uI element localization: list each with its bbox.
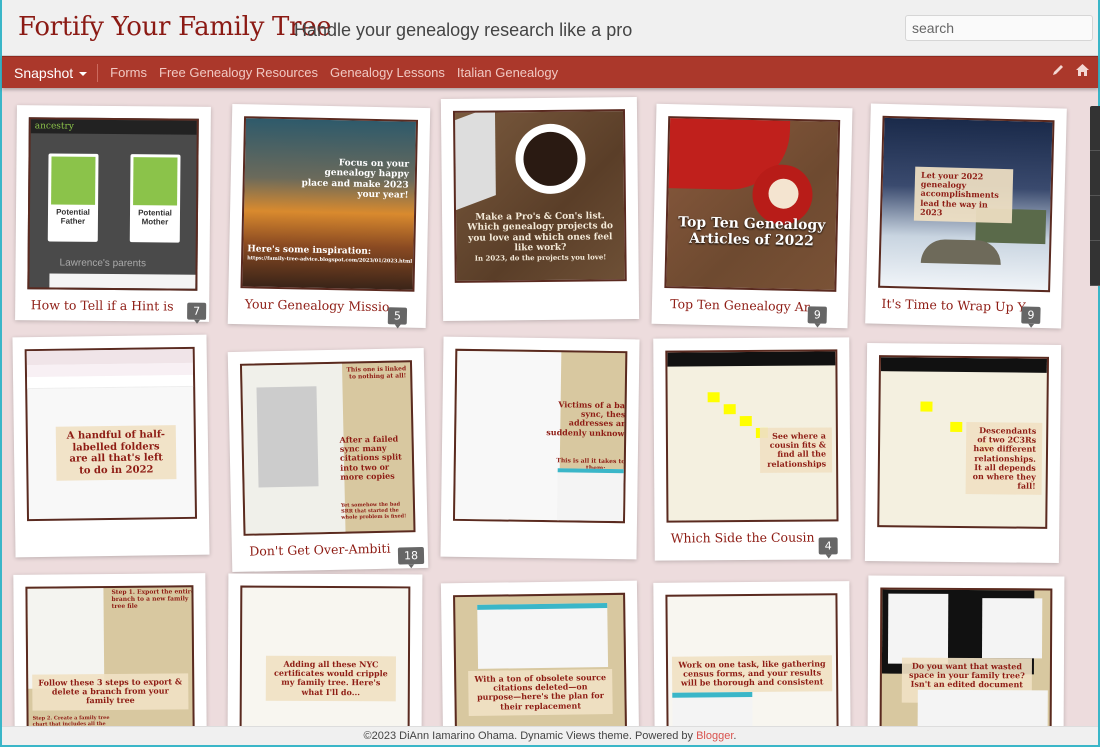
post-thumbnail[interactable]: Make a Pro's & Con's list. Which genealo…: [452, 109, 627, 283]
post-card[interactable]: Victims of a bad sync, these addresses a…: [440, 336, 640, 560]
caret-down-icon: [79, 71, 88, 76]
post-thumbnail[interactable]: See where a cousin fits & find all the r…: [665, 349, 839, 523]
comment-count-badge[interactable]: 18: [397, 547, 425, 565]
post-card[interactable]: Make a Pro's & Con's list. Which genealo…: [440, 96, 640, 322]
post-thumbnail[interactable]: Descendants of two 2C3Rs have different …: [877, 355, 1050, 529]
site-title[interactable]: Fortify Your Family Tree: [18, 12, 332, 42]
post-card[interactable]: ancestry Potential Father Potential Moth…: [15, 105, 211, 322]
post-card[interactable]: A handful of half-labelled folders are a…: [12, 334, 210, 558]
post-thumbnail[interactable]: Victims of a bad sync, these addresses a…: [452, 348, 628, 524]
site-header: Fortify Your Family Tree Handle your gen…: [2, 0, 1098, 56]
post-card[interactable]: This one is linked to nothing at all! Af…: [227, 347, 429, 573]
home-icon[interactable]: [1075, 63, 1090, 77]
comment-count-badge[interactable]: 4: [818, 537, 838, 555]
site-tagline: Handle your genealogy research like a pr…: [294, 20, 633, 40]
comment-count-badge[interactable]: 7: [187, 302, 207, 320]
post-card[interactable]: Top Ten Genealogy Articles of 2022 Top T…: [651, 103, 853, 329]
post-thumbnail[interactable]: ancestry Potential Father Potential Moth…: [27, 117, 199, 291]
post-thumbnail[interactable]: Do you want that wasted space in your fa…: [879, 587, 1053, 726]
search-input[interactable]: [905, 15, 1093, 41]
post-thumbnail[interactable]: Step 1. Export the entire branch to a ne…: [25, 585, 195, 726]
post-card[interactable]: With a ton of obsolete source citations …: [440, 580, 640, 726]
view-selector-label: Snapshot: [14, 64, 74, 81]
comment-count-badge[interactable]: 5: [387, 307, 408, 325]
footer-text: ©2023 DiAnn Iamarino Ohama. Dynamic View…: [363, 730, 697, 742]
post-grid: ancestry Potential Father Potential Moth…: [2, 88, 1098, 726]
ancestry-logo: ancestry: [34, 121, 74, 132]
pencil-icon[interactable]: [1051, 63, 1065, 77]
post-title[interactable]: Which Side the Cousin: [667, 529, 839, 546]
post-thumbnail[interactable]: Focus on your genealogy happy place and …: [240, 116, 419, 292]
post-card[interactable]: See where a cousin fits & find all the r…: [653, 337, 851, 561]
nav-link-italian-genealogy[interactable]: Italian Genealogy: [457, 65, 558, 80]
side-gadget-bar[interactable]: [1090, 106, 1100, 286]
navbar: Snapshot Forms Free Genealogy Resources …: [2, 56, 1098, 88]
post-thumbnail[interactable]: Adding all these NYC certificates would …: [239, 585, 411, 726]
post-card[interactable]: Do you want that wasted space in your fa…: [867, 575, 1065, 726]
nav-link-genealogy-lessons[interactable]: Genealogy Lessons: [330, 65, 445, 80]
post-title[interactable]: Don't Get Over-Ambiti: [244, 540, 416, 559]
view-selector-dropdown[interactable]: Snapshot: [14, 63, 99, 82]
post-thumbnail[interactable]: Work on one task, like gathering census …: [665, 593, 839, 726]
post-thumbnail[interactable]: This one is linked to nothing at all! Af…: [239, 360, 416, 536]
comment-count-badge[interactable]: 9: [1021, 306, 1041, 324]
post-card[interactable]: Descendants of two 2C3Rs have different …: [864, 342, 1062, 564]
post-thumbnail[interactable]: Let your 2022 genealogy accomplishments …: [878, 115, 1055, 293]
post-card[interactable]: Adding all these NYC certificates would …: [227, 573, 423, 726]
post-thumbnail[interactable]: A handful of half-labelled folders are a…: [24, 346, 198, 522]
post-card[interactable]: Let your 2022 genealogy accomplishments …: [865, 103, 1067, 329]
comment-count-badge[interactable]: 9: [807, 306, 827, 324]
post-thumbnail[interactable]: With a ton of obsolete source citations …: [453, 592, 628, 726]
post-card[interactable]: Focus on your genealogy happy place and …: [227, 103, 431, 329]
post-thumbnail[interactable]: Top Ten Genealogy Articles of 2022: [664, 116, 841, 292]
post-title[interactable]: How to Tell if a Hint is: [27, 297, 197, 313]
footer: ©2023 DiAnn Iamarino Ohama. Dynamic View…: [2, 726, 1098, 745]
nav-link-free-genealogy-resources[interactable]: Free Genealogy Resources: [159, 65, 318, 80]
post-card[interactable]: Work on one task, like gathering census …: [653, 581, 851, 726]
blogger-link[interactable]: Blogger: [696, 730, 733, 742]
post-card[interactable]: Step 1. Export the entire branch to a ne…: [13, 573, 207, 726]
nav-link-forms[interactable]: Forms: [110, 65, 147, 80]
